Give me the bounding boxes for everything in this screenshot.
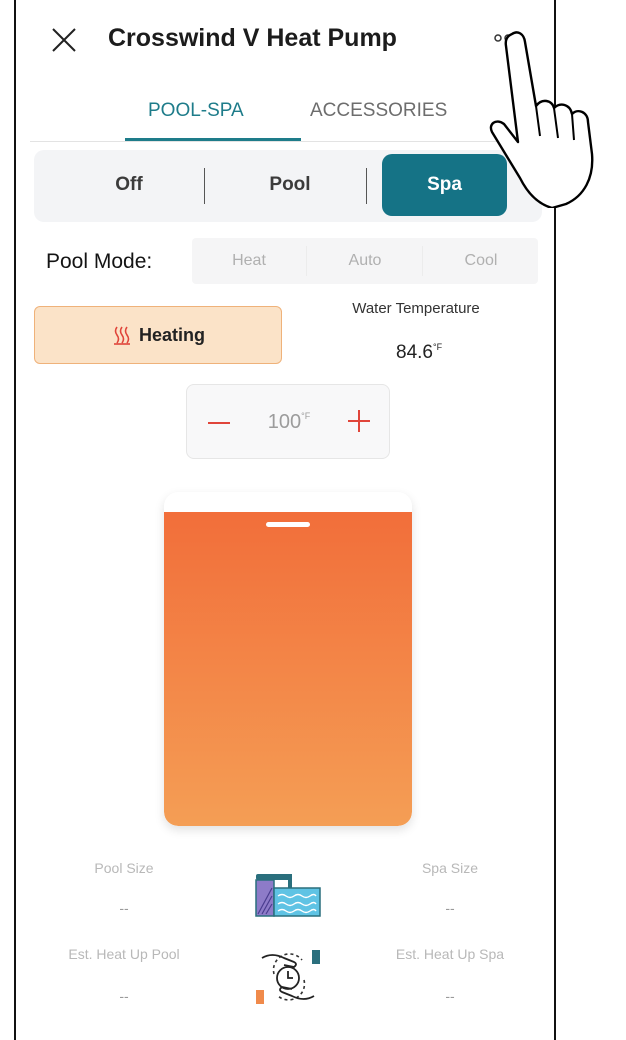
tank-handle [266,522,310,527]
heat-up-pool-value: -- [119,988,129,1004]
hand-pointer-icon [489,31,594,208]
pool-spa-icon [252,868,324,918]
pool-mode-auto[interactable]: Auto [308,238,422,284]
mode-divider [422,246,423,276]
segment-divider [204,168,205,204]
pool-size-label: Pool Size [94,860,154,876]
water-temperature-value: 84.6°F [396,342,442,364]
tank-fill-level [164,512,412,826]
setpoint-number: 100 [267,411,302,433]
segment-divider [366,168,367,204]
heat-waves-icon [111,324,133,346]
water-temperature-label: Water Temperature [352,300,480,317]
pool-size-value: -- [119,900,129,916]
water-temperature-unit: °F [432,342,443,352]
water-tank-visual [164,492,412,826]
page-title: Crosswind V Heat Pump [108,24,397,52]
water-temperature-number: 84.6 [396,342,433,363]
segment-pool[interactable]: Pool [230,154,350,216]
app-frame: Crosswind V Heat Pump POOL-SPA ACCESSORI… [14,0,556,1040]
heating-status-badge: Heating [34,306,282,364]
heat-time-icon [252,944,324,1010]
tab-bar: POOL-SPA ACCESSORIES [30,96,544,142]
pool-mode-cool[interactable]: Cool [424,238,538,284]
heat-up-spa-value: -- [445,988,455,1004]
plus-icon [348,410,370,432]
spa-size-label: Spa Size [421,860,479,876]
active-tab-indicator [125,138,301,141]
close-icon [52,28,76,52]
pool-mode-heat[interactable]: Heat [192,238,306,284]
mode-segmented-control: Off Pool Spa [34,150,542,222]
close-button[interactable] [46,22,82,58]
tab-pool-spa[interactable]: POOL-SPA [148,100,244,122]
heat-up-pool-label: Est. Heat Up Pool [68,946,180,962]
increase-setpoint-button[interactable] [345,407,373,435]
spa-size-value: -- [445,900,455,916]
segment-off[interactable]: Off [74,154,184,216]
pool-mode-label: Pool Mode: [46,250,153,273]
mode-divider [306,246,307,276]
tab-accessories[interactable]: ACCESSORIES [310,100,447,122]
setpoint-unit: °F [301,411,311,421]
heat-up-spa-label: Est. Heat Up Spa [395,946,505,962]
heating-status-label: Heating [138,324,205,345]
pool-mode-selector: Heat Auto Cool [192,238,538,284]
setpoint-stepper: 100°F [186,384,390,459]
